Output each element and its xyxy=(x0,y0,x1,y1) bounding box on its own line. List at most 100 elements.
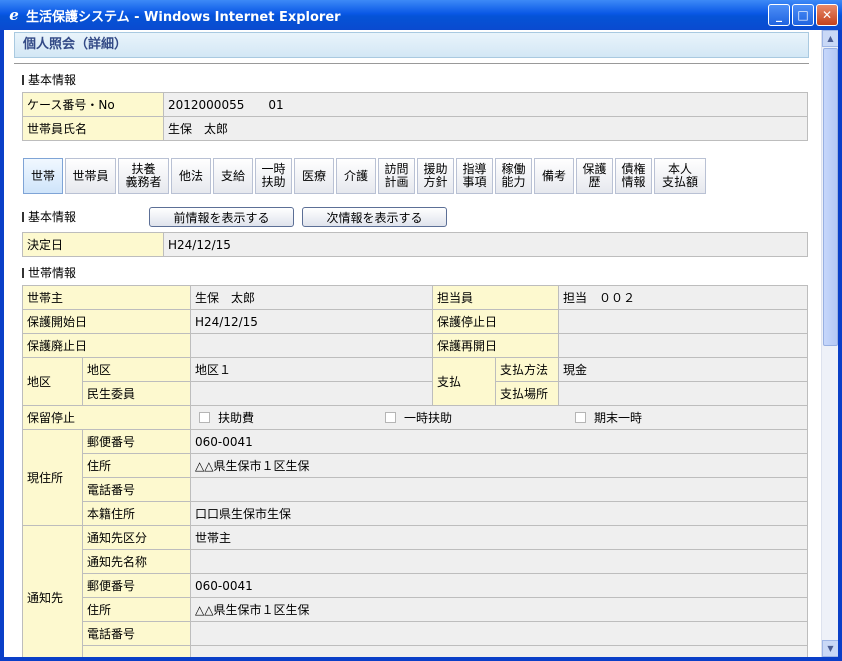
minimize-icon: _ xyxy=(776,8,782,22)
scroll-down-button[interactable]: ▼ xyxy=(822,640,838,657)
tab-protection-history[interactable]: 保護 歴 xyxy=(576,158,613,194)
tab-label: 扶養 義務者 xyxy=(125,162,162,189)
tab-label: 本人 支払額 xyxy=(661,162,698,189)
tab-visit-plan[interactable]: 訪問 計画 xyxy=(378,158,415,194)
notify-extra-label xyxy=(81,645,192,657)
chevron-down-icon: ▼ xyxy=(827,644,834,653)
tab-household-members[interactable]: 世帯員 xyxy=(65,158,116,194)
commissioner-value xyxy=(190,381,434,406)
page-title: 個人照会（詳細） xyxy=(14,32,809,58)
address-value: △△県生保市１区生保 xyxy=(190,453,808,478)
member-name-label: 世帯員氏名 xyxy=(22,116,164,141)
notify-address-label: 住所 xyxy=(81,597,192,622)
restart-date-label: 保護再開日 xyxy=(432,333,560,358)
maximize-button[interactable]: □ xyxy=(792,4,814,26)
maximize-icon: □ xyxy=(797,8,809,22)
notify-extra-value xyxy=(190,645,808,657)
tab-label: 援助 方針 xyxy=(423,162,448,189)
postal-code-label: 郵便番号 xyxy=(81,429,192,454)
tab-dependents[interactable]: 扶養 義務者 xyxy=(118,158,169,194)
section-title-basic-info-2: 基本情報 xyxy=(22,208,76,225)
tab-guidance[interactable]: 指導 事項 xyxy=(456,158,493,194)
tab-household[interactable]: 世帯 xyxy=(23,158,63,194)
tab-assistance-policy[interactable]: 援助 方針 xyxy=(417,158,454,194)
tab-label: 債権 情報 xyxy=(621,162,646,189)
scroll-up-button[interactable]: ▲ xyxy=(822,30,838,47)
tab-label: 保護 歴 xyxy=(582,162,607,189)
tab-temporary-aid[interactable]: 一時 扶助 xyxy=(255,158,292,194)
domicile-value: 口口県生保市生保 xyxy=(190,501,808,526)
temporary-checkbox[interactable] xyxy=(385,412,397,423)
decision-date-value: H24/12/15 xyxy=(163,232,808,257)
abolish-date-value xyxy=(190,333,434,358)
district-label: 地区 xyxy=(22,357,83,406)
ie-icon: e xyxy=(9,6,19,24)
payment-place-label: 支払場所 xyxy=(495,381,560,406)
payment-method-label: 支払方法 xyxy=(495,357,560,382)
browser-window: e 生活保護システム - Windows Internet Explorer _… xyxy=(0,0,842,661)
aid-checkbox-label: 扶助費 xyxy=(218,411,255,425)
tab-remarks[interactable]: 備考 xyxy=(534,158,574,194)
prev-info-button[interactable]: 前情報を表示する xyxy=(149,207,294,227)
commissioner-label: 民生委員 xyxy=(81,381,192,406)
year-end-checkbox[interactable] xyxy=(575,412,587,423)
notify-postal-value: 060-0041 xyxy=(190,573,808,598)
district-sub-label: 地区 xyxy=(81,357,192,382)
payment-method-value: 現金 xyxy=(558,357,808,382)
page-content: 個人照会（詳細） 基本情報 ケース番号・No 2012000055 01 世帯員… xyxy=(4,30,821,657)
title-bar: e 生活保護システム - Windows Internet Explorer _… xyxy=(0,0,842,30)
close-icon: ✕ xyxy=(821,8,833,22)
phone-value xyxy=(190,477,808,502)
notify-type-label: 通知先区分 xyxy=(81,525,192,550)
tab-work-ability[interactable]: 稼働 能力 xyxy=(495,158,532,194)
tab-claims-info[interactable]: 債権 情報 xyxy=(615,158,652,194)
section-title-basic-info: 基本情報 xyxy=(22,71,76,88)
start-date-label: 保護開始日 xyxy=(21,309,192,334)
tab-label: 介護 xyxy=(343,168,368,183)
start-date-value: H24/12/15 xyxy=(190,309,434,334)
tab-payment[interactable]: 支給 xyxy=(213,158,253,194)
member-name-value: 生保 太郎 xyxy=(163,116,808,141)
postal-code-value: 060-0041 xyxy=(190,429,808,454)
tab-label: 指導 事項 xyxy=(462,162,487,189)
restart-date-value xyxy=(558,333,808,358)
domicile-label: 本籍住所 xyxy=(81,501,192,526)
minimize-button[interactable]: _ xyxy=(768,4,790,26)
tab-personal-payment[interactable]: 本人 支払額 xyxy=(654,158,706,194)
tab-other-laws[interactable]: 他法 xyxy=(171,158,211,194)
chevron-up-icon: ▲ xyxy=(827,34,834,43)
payment-label: 支払 xyxy=(432,357,497,406)
divider xyxy=(14,63,809,64)
hold-option-temporary[interactable]: 一時扶助 xyxy=(385,409,575,426)
household-head-value: 生保 太郎 xyxy=(190,285,434,310)
tab-label: 世帯員 xyxy=(72,168,109,183)
hold-option-aid[interactable]: 扶助費 xyxy=(195,409,385,426)
payment-place-value xyxy=(558,381,808,406)
temporary-checkbox-label: 一時扶助 xyxy=(404,411,453,425)
tab-label: 備考 xyxy=(541,168,566,183)
address-label: 住所 xyxy=(81,453,192,478)
staff-value: 担当 ００２ xyxy=(558,285,808,310)
basic-info-table: ケース番号・No 2012000055 01 世帯員氏名 生保 太郎 xyxy=(22,92,808,141)
decision-table: 決定日 H24/12/15 xyxy=(22,232,808,257)
case-number-label: ケース番号・No xyxy=(22,92,164,117)
notify-phone-label: 電話番号 xyxy=(81,621,192,646)
stop-date-label: 保護停止日 xyxy=(432,309,560,334)
aid-checkbox[interactable] xyxy=(199,412,211,423)
notify-address-value: △△県生保市１区生保 xyxy=(190,597,808,622)
tab-label: 世帯 xyxy=(30,168,55,183)
tab-label: 医療 xyxy=(301,168,326,183)
year-end-checkbox-label: 期末一時 xyxy=(594,411,643,425)
tab-medical[interactable]: 医療 xyxy=(294,158,334,194)
tab-nursing-care[interactable]: 介護 xyxy=(336,158,376,194)
stop-date-value xyxy=(558,309,808,334)
hold-option-year-end[interactable]: 期末一時 xyxy=(575,409,642,426)
vertical-scrollbar[interactable]: ▲ ▼ xyxy=(821,30,838,657)
next-info-button[interactable]: 次情報を表示する xyxy=(302,207,447,227)
close-button[interactable]: ✕ xyxy=(816,4,838,26)
detail-tabs: 世帯 世帯員 扶養 義務者 他法 支給 一時 扶助 医療 介護 訪問 計画 援助… xyxy=(23,158,706,194)
household-table: 世帯主 生保 太郎 担当員 担当 ００２ 保護開始日 H24/12/15 保護停… xyxy=(21,285,808,657)
decision-date-label: 決定日 xyxy=(22,232,164,257)
scrollbar-thumb[interactable] xyxy=(823,48,838,346)
household-head-label: 世帯主 xyxy=(21,285,192,310)
